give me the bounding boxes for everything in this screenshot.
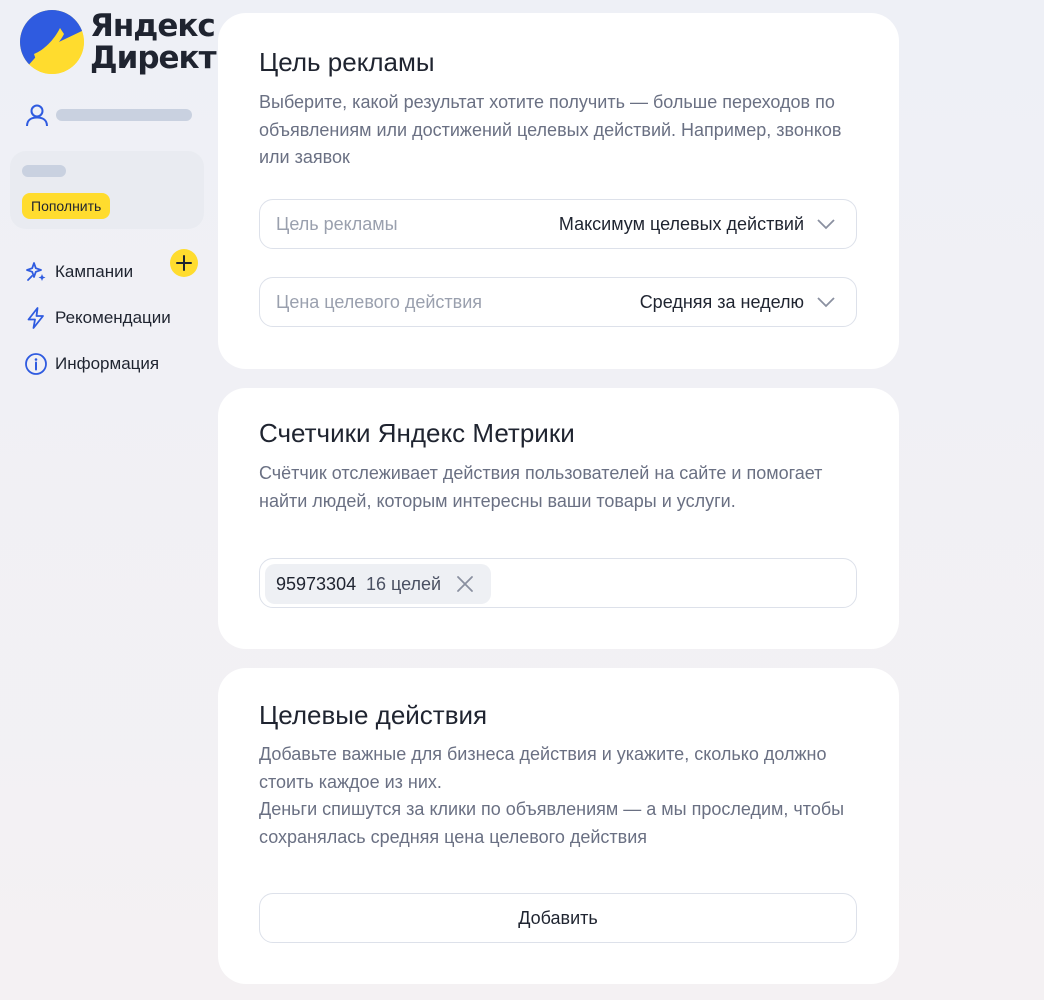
logo-icon [20, 10, 84, 74]
lightning-icon [27, 307, 44, 329]
card-description: Выберите, какой результат хотите получит… [259, 92, 842, 167]
balance-placeholder [22, 165, 66, 177]
counter-chip: 95973304 16 целей [265, 564, 491, 604]
add-action-button[interactable]: Добавить [259, 893, 857, 943]
sidebar-item-label: Кампании [55, 262, 134, 281]
card-title: Целевые действия [259, 700, 488, 730]
chevron-down-icon [817, 219, 835, 230]
close-icon[interactable] [455, 574, 475, 594]
sidebar-item-information[interactable]: Информация [24, 341, 204, 387]
card-description: Счётчик отслеживает действия пользовател… [259, 463, 823, 511]
card-title: Счетчики Яндекс Метрики [259, 418, 575, 448]
counter-goals-count: 16 целей [366, 574, 442, 594]
card-description-billing: Деньги спишутся за клики по объявлениям … [259, 799, 845, 847]
add-campaign-button[interactable] [170, 249, 198, 277]
sidebar-item-label: Информация [55, 354, 160, 373]
target-actions-card: Целевые действия Добавьте важные для биз… [218, 668, 899, 984]
user-icon [26, 104, 48, 127]
brand-line-1: Яндекс [90, 8, 216, 44]
card-title: Цель рекламы [259, 47, 435, 77]
card-description: Добавьте важные для бизнеса действия и у… [259, 744, 827, 792]
target-price-select[interactable]: Цена целевого действия Средняя за неделю [259, 277, 857, 327]
select-label: Цена целевого действия [276, 292, 483, 312]
chevron-down-icon [817, 297, 835, 308]
brand-line-2: Директ [90, 40, 217, 76]
select-label: Цель рекламы [276, 214, 398, 234]
counter-id: 95973304 [276, 574, 357, 594]
user-name-placeholder [56, 109, 192, 121]
sidebar-item-label: Рекомендации [55, 308, 171, 327]
topup-button[interactable]: Пополнить [22, 193, 111, 219]
select-value: Максимум целевых действий [558, 214, 804, 234]
sidebar: Яндекс Директ Пополнить Кампании Рекомен… [0, 0, 217, 1000]
user-account[interactable] [24, 102, 192, 128]
plus-icon [176, 255, 192, 271]
ad-goal-select[interactable]: Цель рекламы Максимум целевых действий [259, 199, 857, 249]
yandex-direct-logo[interactable]: Яндекс Директ [20, 8, 217, 76]
metrika-counters-card: Счетчики Яндекс Метрики Счётчик отслежив… [218, 388, 899, 649]
page: Яндекс Директ Пополнить Кампании Рекомен… [0, 0, 1044, 1000]
sidebar-item-recommendations[interactable]: Рекомендации [24, 295, 204, 341]
info-icon [25, 353, 47, 375]
balance-panel: Пополнить [10, 151, 204, 229]
counter-input[interactable]: 95973304 16 целей [259, 558, 857, 608]
sparkle-icon [26, 262, 46, 281]
ad-goal-card: Цель рекламы Выберите, какой результат х… [218, 13, 899, 369]
sidebar-nav: Кампании Рекомендации Информация [24, 249, 204, 387]
sidebar-item-campaigns[interactable]: Кампании [24, 249, 204, 295]
select-value: Средняя за неделю [639, 292, 804, 312]
